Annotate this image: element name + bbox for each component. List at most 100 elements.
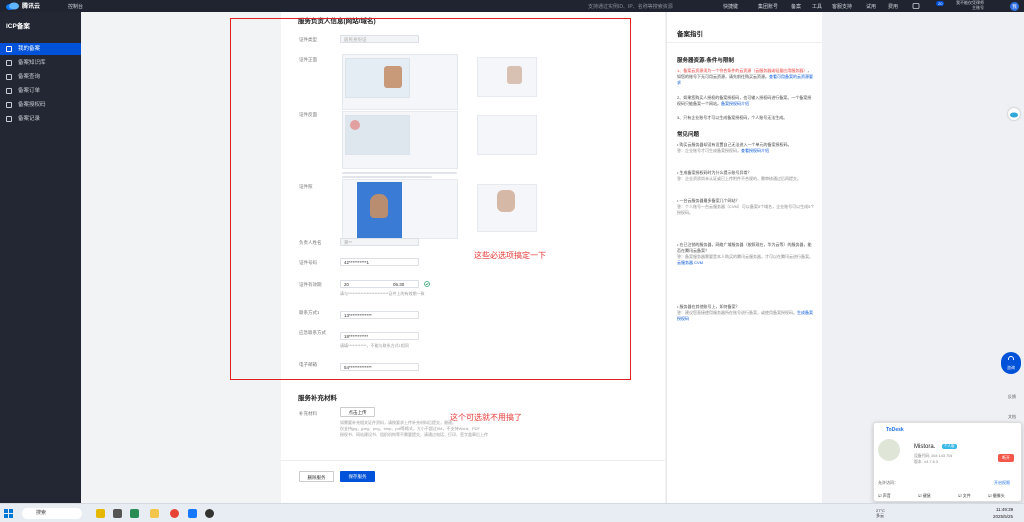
- taskbar-search-box[interactable]: 搜索: [22, 508, 82, 519]
- cloud-widget-icon[interactable]: [1008, 108, 1020, 120]
- search-icon: [6, 74, 12, 80]
- guide-p3: 3、只有企业账号才可以生成备案授权码，个人账号无法生成。: [677, 115, 788, 120]
- home-icon: [6, 46, 12, 52]
- nav-beian[interactable]: 备案: [791, 3, 801, 10]
- todesk-device-code: 设备代码: 264 143 704: [914, 454, 953, 458]
- record-icon: [6, 116, 12, 122]
- option-label: 文件: [962, 493, 971, 498]
- faq-question: 购买云服务器却没有设置自己无法进入一个单元的备案授权码。: [679, 142, 792, 147]
- todesk-option-file[interactable]: ☑ 文件: [958, 493, 971, 499]
- doc-button[interactable]: 文档: [1004, 405, 1020, 423]
- divider: [281, 460, 665, 461]
- guide-section-resources: 服务器资源-条件与限制: [677, 58, 734, 64]
- faq-question: 服务器在其他账号上，如何备案？: [679, 304, 740, 309]
- avatar[interactable]: 我: [1010, 2, 1019, 11]
- sidebar-item-label: 备案知识库: [18, 60, 46, 66]
- sidebar-item-label: 备案查询: [18, 74, 41, 80]
- key-icon: [6, 102, 12, 108]
- delete-service-button[interactable]: 删除服务: [299, 471, 334, 482]
- sidebar-item-label: 备案订单: [18, 88, 41, 94]
- todesk-option-mouse[interactable]: ☑ 键鼠: [918, 493, 931, 499]
- sidebar-item-knowledge[interactable]: 备案知识库: [0, 57, 81, 69]
- highlight-box: [230, 18, 631, 380]
- upload-button[interactable]: 点击上传: [340, 407, 375, 417]
- todesk-option-camera[interactable]: ☑ 摄像头: [988, 493, 1005, 499]
- supplement-hint-3: 授权书、网站建设书、组织机构等不需要提交，请通过电话、打印、签字盖章后上传: [340, 432, 488, 437]
- top-nav-bar: 腾讯云 控制台 支持通过实例ID、IP、名称等搜索资源 快捷键 集团账号 备案 …: [0, 0, 1024, 12]
- todesk-tag: 个人版: [942, 444, 957, 449]
- guide-title: 备案指引: [677, 31, 703, 38]
- faq-item[interactable]: • 在已注销的服务器，网络广域服务器（按照现在，华为云等）的服务器，能否在腾讯云…: [677, 242, 815, 266]
- annotation-required: 这些必选项搞定一下: [474, 251, 546, 260]
- faq-link[interactable]: 云服务器 CVM: [677, 260, 703, 265]
- todesk-user-name: Mistora.: [914, 444, 936, 450]
- sidebar-item-label: 我的备案: [18, 46, 41, 52]
- brand-name[interactable]: 腾讯云: [22, 1, 40, 10]
- guide-p2: 2、如果您购买人授权的备案授权码，也可输入授权码进行备案。一个备案授权码只能备案…: [677, 95, 815, 107]
- divider: [667, 42, 823, 43]
- notification-badge[interactable]: 20: [936, 1, 945, 6]
- todesk-version: 版本: V4.7.6.3: [914, 460, 938, 464]
- material-label: 补充材料: [299, 411, 317, 416]
- sidebar: ICP备案 我的备案 备案知识库 备案查询 备案订单 备案授权码 备案记录: [0, 12, 81, 503]
- clock-date[interactable]: 2025/5/25: [993, 514, 1013, 519]
- taskbar-app-icon[interactable]: [96, 509, 105, 518]
- console-link[interactable]: 控制台: [68, 3, 83, 10]
- headset-icon: [1008, 356, 1014, 360]
- clock-time[interactable]: 11:49:39: [996, 507, 1013, 512]
- todesk-option-sound[interactable]: ☑ 声音: [878, 493, 891, 499]
- windows-taskbar: 搜索 27°C 多云 11:49:39 2025/5/25: [0, 503, 1024, 522]
- nav-support[interactable]: 客服支持: [832, 3, 852, 10]
- todesk-avatar: [878, 439, 900, 461]
- faq-question: 生成备案授权码时为什么提示账号异常？: [679, 170, 752, 175]
- sidebar-item-records[interactable]: 备案记录: [0, 113, 81, 125]
- sidebar-title: ICP备案: [6, 23, 30, 30]
- faq-link[interactable]: 查看授权码介绍: [741, 148, 769, 153]
- nav-trial[interactable]: 试用: [866, 3, 876, 10]
- feedback-button[interactable]: 反馈: [1004, 384, 1020, 404]
- sidebar-item-label: 备案授权码: [18, 102, 46, 108]
- faq-item[interactable]: • 一台云服务器最多备案几个网站？ 答：个人账号一台云服务器（CVM）可以备案5个…: [677, 198, 815, 216]
- todesk-disconnect-button[interactable]: 断开: [998, 454, 1014, 462]
- nav-billing[interactable]: 费用: [888, 3, 898, 10]
- guide-section-faq: 常见问题: [677, 132, 700, 138]
- folder-icon[interactable]: [150, 509, 159, 518]
- guide-p2-link[interactable]: 备案授权码介绍: [721, 101, 749, 106]
- tencent-cloud-logo-icon: [6, 2, 19, 10]
- nav-tools[interactable]: 工具: [812, 3, 822, 10]
- sidebar-item-query[interactable]: 备案查询: [0, 71, 81, 83]
- faq-answer: 答：企业账号才可生成备案授权码。: [677, 148, 741, 153]
- option-label: 声音: [882, 493, 891, 498]
- sidebar-item-my-beian[interactable]: 我的备案: [0, 43, 81, 55]
- faq-answer: 答：建议您直接使用服务器所在账号进行备案，或使用备案授权码。: [677, 310, 797, 315]
- windows-start-icon[interactable]: [4, 509, 13, 518]
- faq-item[interactable]: • 服务器在其他账号上，如何备案？ 答：建议您直接使用服务器所在账号进行备案，或使…: [677, 304, 815, 322]
- chrome-icon[interactable]: [170, 509, 179, 518]
- guide-p1: 1、备案云资源须为一个符合条件的云资源（云服务器或轻量应用服务器），如您的账号下…: [677, 68, 815, 86]
- nav-group-account[interactable]: 集团账号: [758, 3, 778, 10]
- annotation-optional: 这个可选就不用搞了: [450, 413, 522, 422]
- option-label: 摄像头: [992, 493, 1005, 498]
- todesk-title: ToDesk: [886, 427, 904, 433]
- todesk-access-label: 允许访问：: [878, 480, 898, 485]
- guide-p1-red: 1、备案云资源须为一个符合条件的云资源（云服务器或轻量应用服务器）: [677, 68, 808, 73]
- save-service-button[interactable]: 保存服务: [340, 471, 375, 482]
- taskbar-app-icon[interactable]: [130, 509, 139, 518]
- faq-item[interactable]: • 购买云服务器却没有设置自己无法进入一个单元的备案授权码。 答：企业账号才可生成…: [677, 142, 815, 154]
- taskbar-app-icon[interactable]: [113, 509, 122, 518]
- global-search-input[interactable]: 支持通过实例ID、IP、名称等搜索资源: [588, 3, 673, 10]
- order-icon: [6, 88, 12, 94]
- section-title-supplement: 服务补充材料: [298, 395, 337, 402]
- sidebar-item-auth-code[interactable]: 备案授权码: [0, 99, 81, 111]
- nav-shortcut[interactable]: 快捷键: [723, 3, 738, 10]
- sidebar-item-orders[interactable]: 备案订单: [0, 85, 81, 97]
- weather-widget[interactable]: 27°C 多云: [876, 508, 885, 518]
- taskbar-app-icon[interactable]: [205, 509, 214, 518]
- faq-answer: 答：个人账号一台云服务器（CVM）可以备案5个域名，企业账号可以生成5个授权码。: [677, 204, 815, 215]
- sidebar-item-label: 备案记录: [18, 116, 41, 122]
- todesk-access-link[interactable]: 开启权限: [994, 480, 1010, 486]
- message-icon[interactable]: [912, 2, 920, 10]
- taskbar-app-icon[interactable]: [188, 509, 197, 518]
- account-name[interactable]: 我不能仅凭律师 主账号: [956, 0, 984, 10]
- faq-item[interactable]: • 生成备案授权码时为什么提示账号异常？ 答：企业资质尚未认证或已上传附件不合规的…: [677, 170, 815, 182]
